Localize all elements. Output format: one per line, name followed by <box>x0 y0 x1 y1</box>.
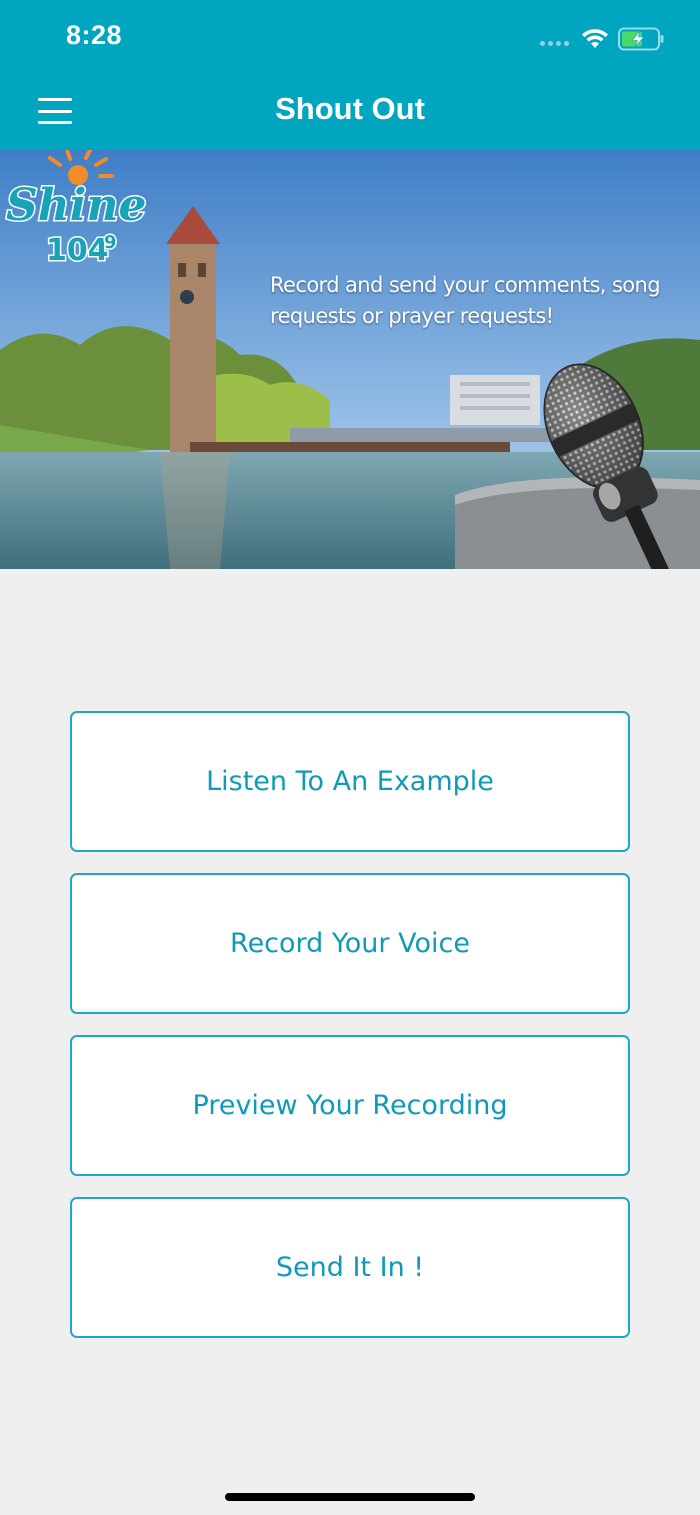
svg-text:Shine: Shine <box>6 180 146 231</box>
record-voice-button[interactable]: Record Your Voice <box>70 873 630 1014</box>
battery-charging-icon <box>618 27 664 51</box>
preview-recording-button[interactable]: Preview Your Recording <box>70 1035 630 1176</box>
header-bar: 8:28 Shout Out <box>0 0 700 150</box>
banner-caption-line: Record and send your comments, song <box>270 273 661 297</box>
hero-banner: Shine 104 9 Record and send your comment… <box>0 150 700 569</box>
shine-1049-logo: Shine 104 9 <box>5 150 148 270</box>
signal-icon <box>540 41 572 47</box>
action-list: Listen To An Example Record Your Voice P… <box>70 711 630 1359</box>
svg-text:104: 104 <box>46 233 109 268</box>
wifi-icon <box>582 29 608 48</box>
banner-caption-line: requests or prayer requests! <box>270 304 554 328</box>
banner-caption: Record and send your comments, song requ… <box>270 270 690 332</box>
page-title: Shout Out <box>275 91 425 126</box>
status-time: 8:28 <box>66 20 123 50</box>
listen-example-button[interactable]: Listen To An Example <box>70 711 630 852</box>
home-indicator[interactable] <box>225 1493 475 1501</box>
svg-text:9: 9 <box>104 232 117 253</box>
send-it-in-button[interactable]: Send It In ! <box>70 1197 630 1338</box>
